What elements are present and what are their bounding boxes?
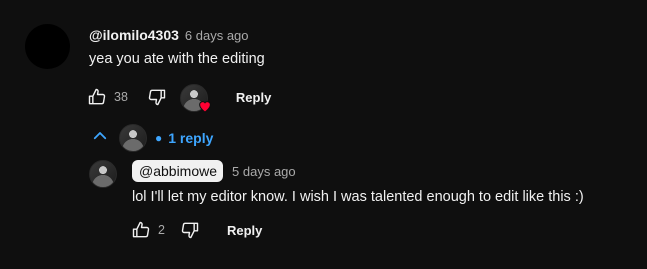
like-icon[interactable]	[130, 219, 152, 241]
reply-text: lol I'll let my editor know. I wish I wa…	[132, 189, 584, 205]
reply-author-chip[interactable]: @abbimowe	[132, 160, 224, 182]
comment-actions: 38 Reply	[86, 84, 271, 113]
like-count: 38	[114, 90, 128, 104]
avatar[interactable]	[25, 24, 70, 69]
heart-icon	[197, 98, 213, 114]
reply-actions: 2 Reply	[130, 219, 262, 241]
like-icon[interactable]	[86, 86, 108, 108]
comment-header: @ilomilo4303 6 days ago	[89, 27, 249, 43]
chevron-up-icon	[91, 127, 109, 150]
reply-header: @abbimowe 5 days ago	[132, 160, 296, 182]
comment-text: yea you ate with the editing	[89, 51, 265, 67]
avatar	[89, 160, 117, 188]
like-count: 2	[158, 223, 165, 237]
comment-thread: @ilomilo4303 6 days ago yea you ate with…	[0, 0, 647, 269]
comment-timestamp[interactable]: 6 days ago	[185, 28, 249, 43]
replies-toggle[interactable]: ● 1 reply	[91, 124, 213, 152]
replies-count-label: 1 reply	[168, 130, 214, 146]
reply-timestamp[interactable]: 5 days ago	[232, 164, 296, 179]
bullet-separator: ●	[155, 131, 163, 145]
dislike-icon[interactable]	[146, 86, 168, 108]
reply-avatar[interactable]	[89, 160, 117, 188]
reply-button[interactable]: Reply	[236, 90, 271, 105]
comment-author[interactable]: @ilomilo4303	[89, 27, 179, 43]
reply-author-avatar-small	[119, 124, 147, 152]
dislike-icon[interactable]	[179, 219, 201, 241]
creator-heart	[179, 84, 211, 113]
reply-button[interactable]: Reply	[227, 223, 262, 238]
